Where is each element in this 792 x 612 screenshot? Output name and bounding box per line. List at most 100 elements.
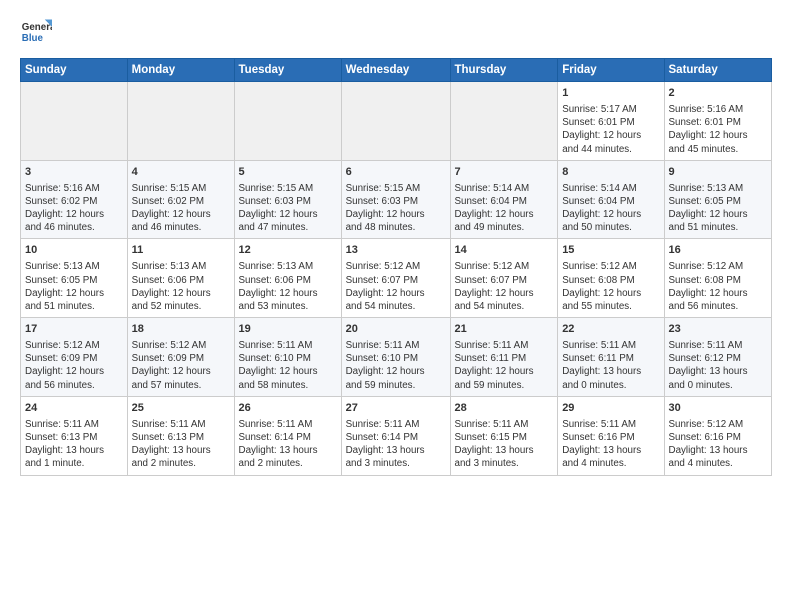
day-number: 24 [25, 401, 123, 416]
calendar-cell: 20Sunrise: 5:11 AM Sunset: 6:10 PM Dayli… [341, 318, 450, 397]
day-info: Sunrise: 5:12 AM Sunset: 6:09 PM Dayligh… [132, 339, 230, 392]
day-number: 17 [25, 322, 123, 337]
day-info: Sunrise: 5:12 AM Sunset: 6:07 PM Dayligh… [455, 260, 554, 313]
day-number: 4 [132, 165, 230, 180]
day-number: 14 [455, 243, 554, 258]
day-number: 29 [562, 401, 659, 416]
day-info: Sunrise: 5:14 AM Sunset: 6:04 PM Dayligh… [455, 182, 554, 235]
day-info: Sunrise: 5:15 AM Sunset: 6:03 PM Dayligh… [346, 182, 446, 235]
day-info: Sunrise: 5:13 AM Sunset: 6:05 PM Dayligh… [669, 182, 768, 235]
logo: General Blue [20, 16, 56, 48]
calendar-cell: 6 Sunrise: 5:15 AM Sunset: 6:03 PM Daylig… [341, 160, 450, 239]
day-number: 9 [669, 165, 768, 180]
day-number: 11 [132, 243, 230, 258]
calendar-cell: 7 Sunrise: 5:14 AM Sunset: 6:04 PM Daylig… [450, 160, 558, 239]
header-row: SundayMondayTuesdayWednesdayThursdayFrid… [21, 59, 772, 82]
day-info: Sunrise: 5:11 AM Sunset: 6:13 PM Dayligh… [25, 418, 123, 471]
day-number: 18 [132, 322, 230, 337]
day-info: Sunrise: 5:11 AM Sunset: 6:16 PM Dayligh… [562, 418, 659, 471]
day-number: 8 [562, 165, 659, 180]
calendar-cell: 25 Sunrise: 5:11 AM Sunset: 6:13 PM Dayli… [127, 396, 234, 475]
day-number: 22 [562, 322, 659, 337]
weekday-header: Thursday [450, 59, 558, 82]
day-info: Sunrise: 5:15 AM Sunset: 6:03 PM Dayligh… [239, 182, 337, 235]
day-number: 16 [669, 243, 768, 258]
calendar-cell: 10Sunrise: 5:13 AM Sunset: 6:05 PM Dayli… [21, 239, 128, 318]
day-number: 2 [669, 86, 768, 101]
day-number: 20 [346, 322, 446, 337]
weekday-header: Wednesday [341, 59, 450, 82]
day-info: Sunrise: 5:16 AM Sunset: 6:02 PM Dayligh… [25, 182, 123, 235]
logo-icon: General Blue [20, 16, 52, 48]
svg-text:General: General [22, 22, 52, 33]
day-info: Sunrise: 5:12 AM Sunset: 6:16 PM Dayligh… [669, 418, 768, 471]
calendar-cell: 3 Sunrise: 5:16 AM Sunset: 6:02 PM Daylig… [21, 160, 128, 239]
day-info: Sunrise: 5:12 AM Sunset: 6:08 PM Dayligh… [669, 260, 768, 313]
calendar-cell: 11 Sunrise: 5:13 AM Sunset: 6:06 PM Dayli… [127, 239, 234, 318]
calendar-cell: 2 Sunrise: 5:16 AM Sunset: 6:01 PM Daylig… [664, 82, 772, 161]
calendar-cell: 14 Sunrise: 5:12 AM Sunset: 6:07 PM Dayli… [450, 239, 558, 318]
day-number: 27 [346, 401, 446, 416]
day-number: 7 [455, 165, 554, 180]
day-number: 13 [346, 243, 446, 258]
day-number: 19 [239, 322, 337, 337]
day-info: Sunrise: 5:12 AM Sunset: 6:09 PM Dayligh… [25, 339, 123, 392]
day-number: 10 [25, 243, 123, 258]
calendar-cell: 22 Sunrise: 5:11 AM Sunset: 6:11 PM Dayli… [558, 318, 664, 397]
calendar-cell: 12 Sunrise: 5:13 AM Sunset: 6:06 PM Dayli… [234, 239, 341, 318]
day-info: Sunrise: 5:12 AM Sunset: 6:07 PM Dayligh… [346, 260, 446, 313]
day-number: 15 [562, 243, 659, 258]
weekday-header: Tuesday [234, 59, 341, 82]
calendar-cell: 1 Sunrise: 5:17 AM Sunset: 6:01 PM Daylig… [558, 82, 664, 161]
day-info: Sunrise: 5:13 AM Sunset: 6:06 PM Dayligh… [132, 260, 230, 313]
day-info: Sunrise: 5:11 AM Sunset: 6:11 PM Dayligh… [562, 339, 659, 392]
calendar-cell: 23 Sunrise: 5:11 AM Sunset: 6:12 PM Dayli… [664, 318, 772, 397]
day-number: 26 [239, 401, 337, 416]
calendar-cell: 19Sunrise: 5:11 AM Sunset: 6:10 PM Dayli… [234, 318, 341, 397]
day-info: Sunrise: 5:11 AM Sunset: 6:14 PM Dayligh… [239, 418, 337, 471]
calendar-cell: 16 Sunrise: 5:12 AM Sunset: 6:08 PM Dayli… [664, 239, 772, 318]
day-info: Sunrise: 5:17 AM Sunset: 6:01 PM Dayligh… [562, 103, 659, 156]
calendar-cell: 15 Sunrise: 5:12 AM Sunset: 6:08 PM Dayli… [558, 239, 664, 318]
calendar-cell [341, 82, 450, 161]
calendar-cell: 29 Sunrise: 5:11 AM Sunset: 6:16 PM Dayli… [558, 396, 664, 475]
calendar-week: 1 Sunrise: 5:17 AM Sunset: 6:01 PM Daylig… [21, 82, 772, 161]
calendar-cell: 13 Sunrise: 5:12 AM Sunset: 6:07 PM Dayli… [341, 239, 450, 318]
day-number: 23 [669, 322, 768, 337]
day-info: Sunrise: 5:13 AM Sunset: 6:06 PM Dayligh… [239, 260, 337, 313]
calendar-body: 1 Sunrise: 5:17 AM Sunset: 6:01 PM Daylig… [21, 82, 772, 476]
day-info: Sunrise: 5:11 AM Sunset: 6:12 PM Dayligh… [669, 339, 768, 392]
day-info: Sunrise: 5:12 AM Sunset: 6:08 PM Dayligh… [562, 260, 659, 313]
calendar-cell: 8 Sunrise: 5:14 AM Sunset: 6:04 PM Daylig… [558, 160, 664, 239]
calendar-cell: 5Sunrise: 5:15 AM Sunset: 6:03 PM Daylig… [234, 160, 341, 239]
calendar-cell [234, 82, 341, 161]
day-info: Sunrise: 5:11 AM Sunset: 6:11 PM Dayligh… [455, 339, 554, 392]
day-number: 25 [132, 401, 230, 416]
day-info: Sunrise: 5:14 AM Sunset: 6:04 PM Dayligh… [562, 182, 659, 235]
calendar-cell: 21 Sunrise: 5:11 AM Sunset: 6:11 PM Dayli… [450, 318, 558, 397]
day-info: Sunrise: 5:15 AM Sunset: 6:02 PM Dayligh… [132, 182, 230, 235]
day-info: Sunrise: 5:11 AM Sunset: 6:14 PM Dayligh… [346, 418, 446, 471]
calendar-cell: 17 Sunrise: 5:12 AM Sunset: 6:09 PM Dayli… [21, 318, 128, 397]
day-number: 6 [346, 165, 446, 180]
calendar-cell: 26 Sunrise: 5:11 AM Sunset: 6:14 PM Dayli… [234, 396, 341, 475]
day-info: Sunrise: 5:16 AM Sunset: 6:01 PM Dayligh… [669, 103, 768, 156]
day-number: 21 [455, 322, 554, 337]
day-number: 12 [239, 243, 337, 258]
day-number: 1 [562, 86, 659, 101]
calendar-cell: 28Sunrise: 5:11 AM Sunset: 6:15 PM Dayli… [450, 396, 558, 475]
weekday-header: Saturday [664, 59, 772, 82]
calendar-week: 3 Sunrise: 5:16 AM Sunset: 6:02 PM Daylig… [21, 160, 772, 239]
calendar-week: 24 Sunrise: 5:11 AM Sunset: 6:13 PM Dayli… [21, 396, 772, 475]
calendar-cell: 30Sunrise: 5:12 AM Sunset: 6:16 PM Dayli… [664, 396, 772, 475]
calendar-cell: 24 Sunrise: 5:11 AM Sunset: 6:13 PM Dayli… [21, 396, 128, 475]
calendar-cell [127, 82, 234, 161]
calendar-cell: 9 Sunrise: 5:13 AM Sunset: 6:05 PM Daylig… [664, 160, 772, 239]
day-info: Sunrise: 5:11 AM Sunset: 6:13 PM Dayligh… [132, 418, 230, 471]
day-number: 3 [25, 165, 123, 180]
svg-text:Blue: Blue [22, 33, 44, 44]
day-info: Sunrise: 5:11 AM Sunset: 6:15 PM Dayligh… [455, 418, 554, 471]
weekday-header: Friday [558, 59, 664, 82]
calendar-week: 10Sunrise: 5:13 AM Sunset: 6:05 PM Dayli… [21, 239, 772, 318]
calendar-cell [450, 82, 558, 161]
